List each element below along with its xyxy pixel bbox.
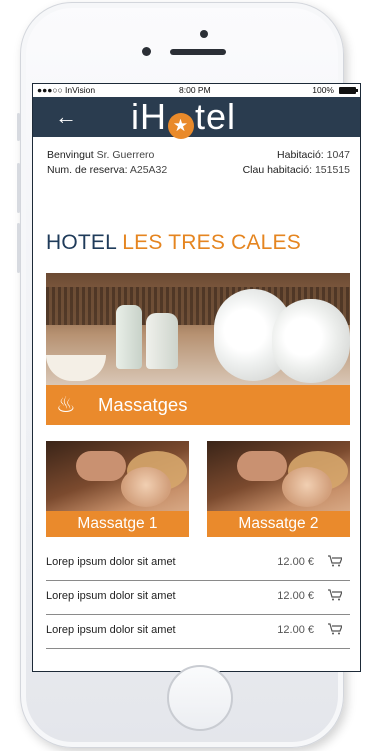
welcome-label: Benvingut — [47, 149, 94, 161]
item-price: 12.00 € — [277, 556, 314, 568]
reservation-line: Num. de reserva: A25A32 — [47, 164, 167, 176]
item-name: Lorep ipsum dolor sit amet — [46, 624, 176, 636]
home-button[interactable] — [167, 665, 233, 731]
star-icon: ★ — [168, 113, 194, 139]
room-value: 1047 — [326, 149, 350, 161]
list-item[interactable]: Lorep ipsum dolor sit amet 12.00 € — [46, 615, 350, 649]
face — [121, 467, 171, 507]
list-item[interactable]: Lorep ipsum dolor sit amet 12.00 € — [46, 547, 350, 581]
massage-option-1[interactable]: Massatge 1 — [46, 441, 189, 537]
room-line: Habitació: 1047 — [277, 149, 350, 161]
reservation-value: A25A32 — [129, 164, 168, 176]
rolled-towel — [272, 299, 350, 383]
cart-icon[interactable] — [328, 555, 342, 567]
battery-icon — [339, 87, 358, 94]
oil-bottle — [146, 313, 178, 369]
clock: 8:00 PM — [179, 85, 211, 95]
brand-text-start: iH — [131, 96, 167, 137]
battery-percent: 100% — [312, 85, 334, 95]
hand — [76, 451, 126, 481]
face — [282, 467, 332, 507]
brand-logo: iH ★ tel — [131, 96, 237, 139]
item-name: Lorep ipsum dolor sit amet — [46, 590, 176, 602]
key-value: 151515 — [314, 164, 350, 176]
oil-bottle — [116, 305, 142, 369]
room-label: Habitació: — [277, 149, 324, 161]
item-price: 12.00 € — [277, 624, 314, 636]
option-label: Massatge 2 — [207, 511, 350, 537]
proximity-sensor — [142, 47, 151, 56]
category-label: Massatges — [98, 394, 188, 415]
item-name: Lorep ipsum dolor sit amet — [46, 556, 176, 568]
bowl — [46, 355, 106, 381]
volume-up-button — [17, 163, 20, 213]
spa-hero-image[interactable] — [46, 273, 350, 385]
hotel-title: HOTEL LES TRES CALES — [46, 231, 301, 255]
guest-info: Benvingut Sr. Guerrero Num. de reserva: … — [33, 137, 360, 185]
front-camera — [200, 30, 208, 38]
carrier-label: ●●●○○ InVision — [37, 85, 96, 95]
list-item[interactable]: Lorep ipsum dolor sit amet 12.00 € — [46, 581, 350, 615]
massage-icon: ♨ — [56, 392, 76, 417]
welcome-line: Benvingut Sr. Guerrero — [47, 149, 154, 161]
arrow-left-icon[interactable]: ← — [55, 103, 77, 131]
massage-option-2[interactable]: Massatge 2 — [207, 441, 350, 537]
volume-down-button — [17, 223, 20, 273]
massatges-category-banner[interactable]: ♨ Massatges — [46, 385, 350, 425]
reservation-label: Num. de reserva: — [47, 164, 128, 176]
item-price: 12.00 € — [277, 590, 314, 602]
option-label: Massatge 1 — [46, 511, 189, 537]
hotel-title-part1: HOTEL — [46, 231, 117, 254]
hotel-title-part2: LES TRES CALES — [122, 231, 301, 254]
app-header: ← iH ★ tel — [33, 96, 360, 139]
earpiece-speaker — [170, 49, 226, 55]
cart-icon[interactable] — [328, 623, 342, 635]
key-label: Clau habitació: — [242, 164, 313, 176]
cart-icon[interactable] — [328, 589, 342, 601]
hand — [237, 451, 287, 481]
key-line: Clau habitació: 151515 — [243, 164, 350, 176]
mute-switch — [17, 113, 20, 141]
guest-name: Sr. Guerrero — [96, 149, 155, 161]
brand-text-end: tel — [195, 96, 237, 137]
